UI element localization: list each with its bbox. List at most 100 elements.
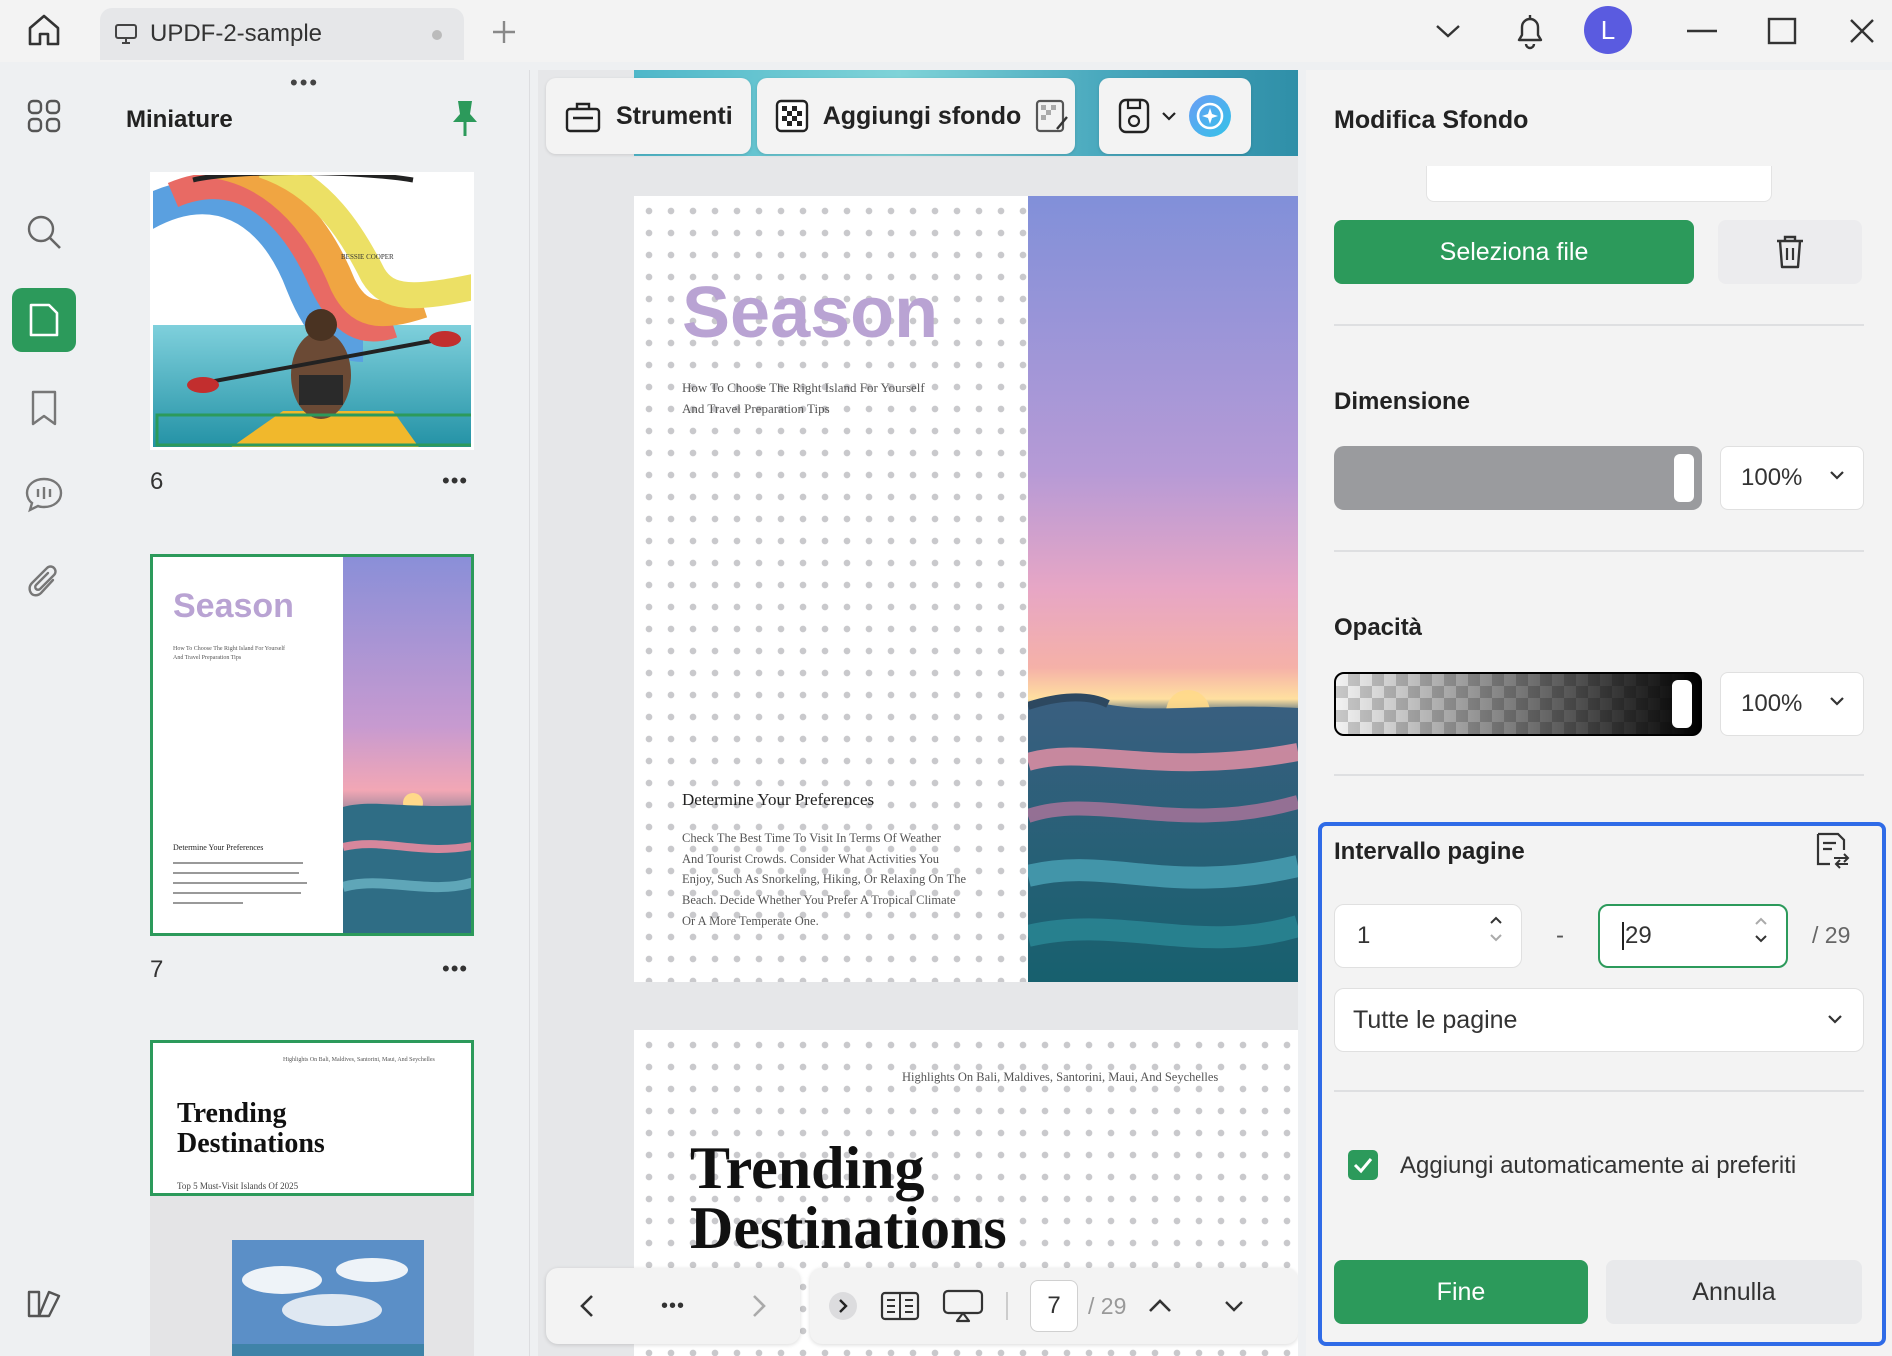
section-heading: Determine Your Preferences bbox=[682, 790, 875, 809]
thumbnail-page-7[interactable]: Season How To Choose The Right Island Fo… bbox=[150, 554, 474, 936]
body-line: Beach. Decide Whether You Prefer A Tropi… bbox=[682, 893, 956, 908]
expand-arrow-icon[interactable] bbox=[828, 1291, 858, 1321]
notification-bell-icon[interactable] bbox=[1506, 8, 1554, 54]
thumbnail-more-icon[interactable]: ••• bbox=[442, 956, 468, 982]
checkmark-icon bbox=[1353, 1158, 1373, 1174]
tools-label: Strumenti bbox=[616, 101, 733, 130]
page-range-to-value: 29 bbox=[1622, 922, 1652, 950]
user-avatar[interactable]: L bbox=[1584, 6, 1632, 54]
size-percent-select[interactable]: 100% bbox=[1720, 446, 1864, 510]
toolbox-icon bbox=[564, 97, 602, 135]
previous-page-chevron-icon[interactable] bbox=[579, 1293, 595, 1319]
edit-background-icon[interactable] bbox=[1035, 99, 1069, 133]
edit-background-panel: Modifica Sfondo Seleziona file Dimension… bbox=[1306, 70, 1892, 1356]
delete-file-button[interactable] bbox=[1718, 220, 1862, 284]
current-page-input[interactable]: 7 bbox=[1030, 1280, 1078, 1332]
page-range-from-input[interactable]: 1 bbox=[1334, 904, 1522, 968]
select-file-button[interactable]: Seleziona file bbox=[1334, 220, 1694, 284]
page-range-separator: - bbox=[1556, 922, 1564, 949]
chevron-down-icon bbox=[1829, 695, 1845, 707]
attachment-paperclip-icon[interactable] bbox=[12, 550, 76, 614]
title-bar: UPDF-2-sample L bbox=[0, 0, 1892, 62]
save-ai-group bbox=[1098, 78, 1251, 154]
sunset-ocean-image bbox=[1028, 196, 1298, 982]
new-tab-plus-icon[interactable] bbox=[484, 12, 524, 52]
cancel-button[interactable]: Annulla bbox=[1606, 1260, 1862, 1324]
comment-icon[interactable] bbox=[12, 462, 76, 526]
size-percent-value: 100% bbox=[1741, 464, 1803, 491]
divider bbox=[1334, 774, 1864, 776]
checkerboard-background-icon bbox=[775, 99, 809, 133]
maximize-icon[interactable] bbox=[1758, 8, 1806, 54]
body-line: Or A More Temperate One. bbox=[682, 913, 819, 928]
page-range-from-value: 1 bbox=[1357, 922, 1371, 949]
scroll-down-chevron-icon[interactable] bbox=[1224, 1299, 1244, 1313]
panel-drag-handle-icon[interactable]: ••• bbox=[290, 70, 319, 96]
thumb7-sunset-image bbox=[343, 557, 471, 933]
document-tab-title: UPDF-2-sample bbox=[150, 20, 323, 47]
page-range-to-stepper[interactable] bbox=[1754, 916, 1768, 944]
sidebar-toggle-icon[interactable] bbox=[12, 1272, 76, 1336]
save-options-chevron-icon[interactable] bbox=[1161, 111, 1177, 121]
pin-icon[interactable] bbox=[450, 98, 480, 138]
thumbnail-page-6[interactable]: BESSIE COOPER bbox=[150, 172, 474, 450]
page-scope-select[interactable]: Tutte le pagine bbox=[1334, 988, 1864, 1052]
size-slider-handle[interactable] bbox=[1674, 454, 1694, 502]
divider bbox=[1334, 324, 1864, 326]
page-header: Highlights On Bali, Maldives, Santorini,… bbox=[902, 1070, 1219, 1084]
page-range-swap-icon[interactable] bbox=[1812, 830, 1852, 870]
auto-favorite-checkbox[interactable] bbox=[1348, 1150, 1378, 1180]
page-range-from-stepper[interactable] bbox=[1489, 915, 1503, 943]
page-nav-left: ••• bbox=[546, 1268, 800, 1344]
file-preview-box bbox=[1426, 166, 1772, 202]
page-subtitle-line: And Travel Preparation Tips bbox=[682, 401, 830, 416]
unsaved-dot-icon bbox=[432, 30, 442, 40]
opacity-label: Opacità bbox=[1334, 614, 1423, 641]
ai-assistant-icon[interactable] bbox=[1187, 93, 1233, 139]
close-window-icon[interactable] bbox=[1838, 8, 1886, 54]
thumbnails-page-icon[interactable] bbox=[12, 288, 76, 352]
next-page-chevron-icon[interactable] bbox=[751, 1293, 767, 1319]
thumbnails-panel-title: Miniature bbox=[126, 106, 233, 133]
opacity-slider-handle[interactable] bbox=[1672, 680, 1692, 728]
page-range-to-input[interactable]: 29 bbox=[1598, 904, 1788, 968]
home-icon[interactable] bbox=[20, 8, 68, 52]
page-range-label: Intervallo pagine bbox=[1334, 838, 1525, 865]
opacity-slider[interactable] bbox=[1334, 672, 1702, 736]
document-tab[interactable]: UPDF-2-sample bbox=[100, 8, 464, 60]
add-background-button[interactable]: Aggiungi sfondo bbox=[756, 78, 1075, 154]
size-slider[interactable] bbox=[1334, 446, 1702, 510]
minimize-icon[interactable] bbox=[1678, 8, 1726, 54]
top-toolbar: Strumenti Aggiungi sfondo bbox=[546, 78, 1251, 154]
done-button[interactable]: Fine bbox=[1334, 1260, 1588, 1324]
save-icon[interactable] bbox=[1117, 97, 1151, 135]
thumbnail-more-icon[interactable]: ••• bbox=[442, 468, 468, 494]
monitor-icon bbox=[114, 23, 138, 45]
panel-title: Modifica Sfondo bbox=[1334, 106, 1529, 134]
chevron-down-icon[interactable] bbox=[1424, 8, 1472, 54]
apps-grid-icon[interactable] bbox=[12, 84, 76, 148]
more-options-icon[interactable]: ••• bbox=[661, 1295, 685, 1318]
thumbnails-panel: ••• Miniature BESSIE COOPER 6 ••• Season… bbox=[94, 70, 530, 1356]
document-viewer: Season How To Choose The Right Island Fo… bbox=[538, 70, 1298, 1356]
search-icon[interactable] bbox=[12, 200, 76, 264]
thumb7-heading: Determine Your Preferences bbox=[173, 843, 264, 852]
kayak-photo-image: BESSIE COOPER bbox=[153, 175, 471, 447]
thumb8-title: Trending Destinations bbox=[177, 1098, 325, 1159]
bookmark-icon[interactable] bbox=[12, 376, 76, 440]
thumb7-subtitle: How To Choose The Right Island For Yours… bbox=[173, 646, 286, 661]
thumbnail-page-number: 7 bbox=[150, 956, 164, 983]
scroll-up-chevron-icon[interactable] bbox=[1148, 1298, 1172, 1314]
opacity-percent-select[interactable]: 100% bbox=[1720, 672, 1864, 736]
presentation-icon[interactable] bbox=[942, 1289, 984, 1323]
thumb8-header: Highlights On Bali, Maldives, Santorini,… bbox=[283, 1057, 435, 1063]
tools-button[interactable]: Strumenti bbox=[546, 78, 751, 154]
page-range-total: / 29 bbox=[1812, 922, 1851, 948]
chevron-down-icon bbox=[1829, 469, 1845, 481]
page-nav-right: 7 / 29 bbox=[810, 1268, 1298, 1344]
body-line: Check The Best Time To Visit In Terms Of… bbox=[682, 831, 941, 845]
page-scope-value: Tutte le pagine bbox=[1353, 1005, 1518, 1034]
page-title: Trending Destinations bbox=[690, 1138, 1007, 1258]
reading-mode-icon[interactable] bbox=[880, 1290, 920, 1322]
thumbnail-page-8[interactable]: Highlights On Bali, Maldives, Santorini,… bbox=[150, 1040, 474, 1196]
